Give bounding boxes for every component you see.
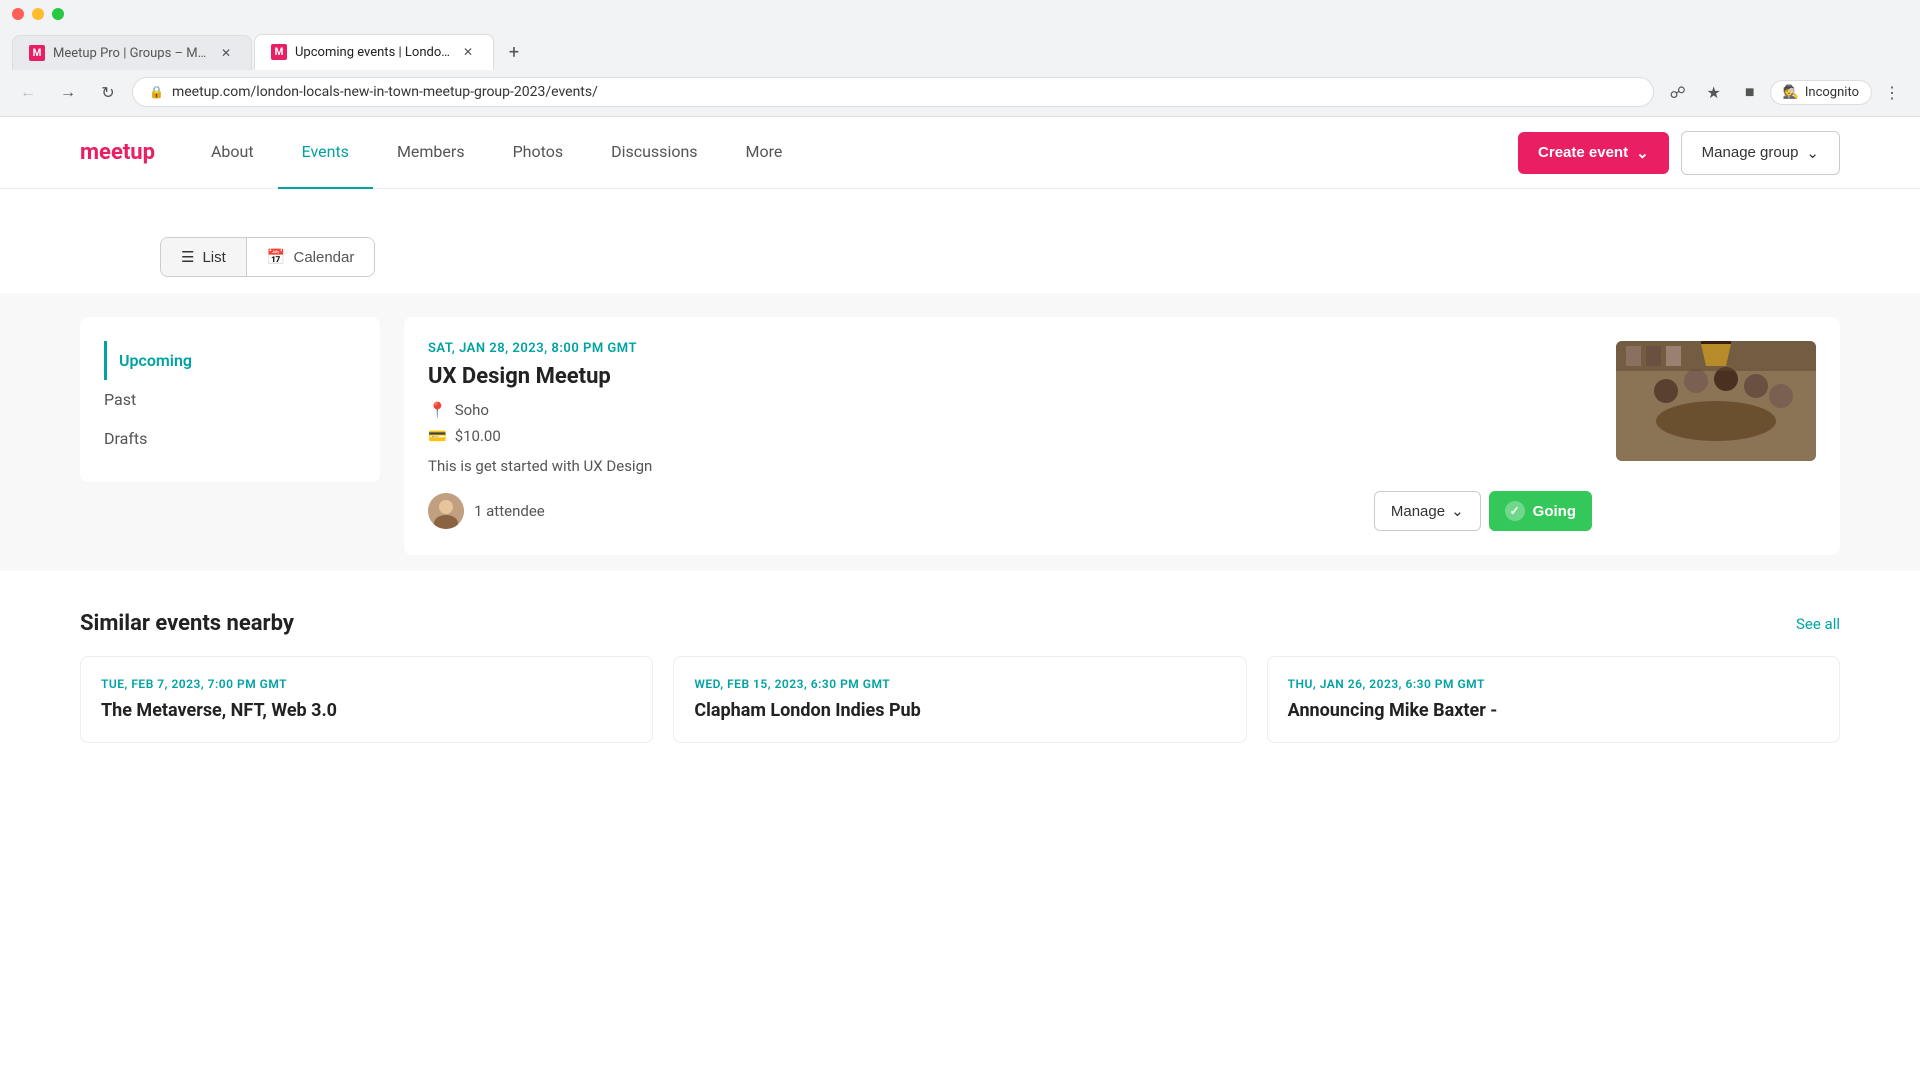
browser-chrome: M Meetup Pro | Groups – Meetup ✕ M Upcom… [0, 0, 1920, 117]
lock-icon: 🔒 [149, 85, 164, 99]
event-description: This is get started with UX Design [428, 457, 1592, 475]
create-event-chevron-icon: ⌄ [1636, 144, 1649, 162]
refresh-button[interactable]: ↻ [92, 76, 124, 108]
nav-link-more[interactable]: More [722, 117, 807, 189]
browser-titlebar [0, 0, 1920, 28]
manage-button[interactable]: Manage ⌄ [1374, 491, 1481, 531]
event-title: UX Design Meetup [428, 364, 1592, 389]
window-maximize-btn[interactable] [52, 8, 64, 20]
event-actions: Manage ⌄ ✓ Going [1374, 491, 1592, 531]
event-price: 💳 $10.00 [428, 427, 1592, 445]
browser-tab-2[interactable]: M Upcoming events | London Local... ✕ [254, 34, 494, 70]
event-info: SAT, JAN 28, 2023, 8:00 PM GMT UX Design… [428, 341, 1592, 531]
toolbar-actions: ☍ ★ ■ 🕵 Incognito ⋮ [1662, 76, 1908, 108]
window-close-btn[interactable] [12, 8, 24, 20]
page: meetup About Events Members Photos Discu… [0, 117, 1920, 1017]
address-bar[interactable]: 🔒 meetup.com/london-locals-new-in-town-m… [132, 77, 1654, 107]
manage-chevron-icon: ⌄ [1451, 502, 1464, 520]
manage-group-chevron-icon: ⌄ [1806, 144, 1819, 162]
tab-favicon-1: M [29, 45, 45, 61]
list-view-button[interactable]: ☰ List [161, 238, 247, 276]
screen-cast-icon[interactable]: ☍ [1662, 76, 1694, 108]
incognito-button[interactable]: 🕵 Incognito [1770, 80, 1872, 105]
view-toggle: ☰ List 📅 Calendar [160, 237, 375, 277]
event-price-text: $10.00 [455, 427, 501, 445]
similar-card-1[interactable]: WED, FEB 15, 2023, 6:30 PM GMT Clapham L… [673, 656, 1246, 743]
nav-links: About Events Members Photos Discussions … [187, 117, 1518, 189]
nav-logo: meetup [80, 140, 155, 165]
site-nav: meetup About Events Members Photos Discu… [0, 117, 1920, 189]
similar-card-0[interactable]: TUE, FEB 7, 2023, 7:00 PM GMT The Metave… [80, 656, 653, 743]
attendee-avatar [428, 493, 464, 529]
nav-link-discussions[interactable]: Discussions [587, 117, 721, 189]
tab-title-1: Meetup Pro | Groups – Meetup [53, 46, 209, 61]
similar-card-date-1: WED, FEB 15, 2023, 6:30 PM GMT [694, 677, 1225, 691]
create-event-label: Create event [1538, 144, 1628, 161]
new-tab-button[interactable]: + [500, 38, 528, 66]
back-button[interactable]: ← [12, 76, 44, 108]
events-list: SAT, JAN 28, 2023, 8:00 PM GMT UX Design… [380, 317, 1840, 571]
address-text: meetup.com/london-locals-new-in-town-mee… [172, 84, 1637, 100]
price-icon: 💳 [428, 427, 447, 445]
similar-card-title-2: Announcing Mike Baxter - [1288, 699, 1819, 722]
tab-close-2[interactable]: ✕ [459, 43, 477, 61]
similar-card-title-1: Clapham London Indies Pub [694, 699, 1225, 722]
tab-close-1[interactable]: ✕ [217, 44, 235, 62]
going-button[interactable]: ✓ Going [1489, 491, 1592, 531]
create-event-button[interactable]: Create event ⌄ [1518, 132, 1669, 174]
attendee-count: 1 attendee [474, 502, 545, 520]
tab-title-2: Upcoming events | London Local... [295, 45, 451, 60]
similar-card-2[interactable]: THU, JAN 26, 2023, 6:30 PM GMT Announcin… [1267, 656, 1840, 743]
view-toggle-container: ☰ List 📅 Calendar [0, 189, 1920, 277]
event-location: 📍 Soho [428, 401, 1592, 419]
nav-link-photos[interactable]: Photos [489, 117, 588, 189]
similar-cards: TUE, FEB 7, 2023, 7:00 PM GMT The Metave… [80, 656, 1840, 743]
event-date: SAT, JAN 28, 2023, 8:00 PM GMT [428, 341, 1592, 356]
location-icon: 📍 [428, 401, 447, 419]
forward-button[interactable]: → [52, 76, 84, 108]
manage-label: Manage [1391, 503, 1445, 520]
calendar-label: Calendar [293, 249, 354, 266]
calendar-view-button[interactable]: 📅 Calendar [247, 238, 375, 276]
sidebar: Upcoming Past Drafts [80, 317, 380, 482]
event-card: SAT, JAN 28, 2023, 8:00 PM GMT UX Design… [404, 317, 1840, 555]
browser-menu-icon[interactable]: ⋮ [1876, 76, 1908, 108]
browser-tabs: M Meetup Pro | Groups – Meetup ✕ M Upcom… [0, 28, 1920, 70]
incognito-label: Incognito [1805, 85, 1859, 100]
window-minimize-btn[interactable] [32, 8, 44, 20]
tab-favicon-2: M [271, 44, 287, 60]
sidebar-item-drafts[interactable]: Drafts [104, 419, 356, 458]
similar-events-section: Similar events nearby See all TUE, FEB 7… [0, 571, 1920, 783]
event-image [1616, 341, 1816, 461]
sidebar-item-past[interactable]: Past [104, 380, 356, 419]
attendee-info: 1 attendee [428, 493, 545, 529]
calendar-icon: 📅 [267, 248, 286, 266]
see-all-link[interactable]: See all [1796, 615, 1840, 633]
going-label: Going [1533, 503, 1576, 520]
manage-group-button[interactable]: Manage group ⌄ [1681, 131, 1840, 175]
event-footer: 1 attendee Manage ⌄ ✓ Going [428, 491, 1592, 531]
incognito-icon: 🕵 [1783, 85, 1799, 100]
event-location-text: Soho [455, 401, 489, 419]
similar-events-header: Similar events nearby See all [80, 611, 1840, 636]
similar-card-date-2: THU, JAN 26, 2023, 6:30 PM GMT [1288, 677, 1819, 691]
nav-link-about[interactable]: About [187, 117, 278, 189]
nav-actions: Create event ⌄ Manage group ⌄ [1518, 131, 1840, 175]
nav-link-events[interactable]: Events [278, 117, 373, 189]
list-label: List [202, 249, 225, 266]
main-content: Upcoming Past Drafts SAT, JAN 28, 2023, … [0, 293, 1920, 571]
nav-link-members[interactable]: Members [373, 117, 489, 189]
list-icon: ☰ [181, 248, 194, 266]
browser-toolbar: ← → ↻ 🔒 meetup.com/london-locals-new-in-… [0, 70, 1920, 116]
similar-card-date-0: TUE, FEB 7, 2023, 7:00 PM GMT [101, 677, 632, 691]
similar-card-title-0: The Metaverse, NFT, Web 3.0 [101, 699, 632, 722]
browser-extensions-icon[interactable]: ■ [1734, 76, 1766, 108]
similar-events-title: Similar events nearby [80, 611, 294, 636]
sidebar-item-upcoming[interactable]: Upcoming [104, 341, 356, 380]
bookmark-icon[interactable]: ★ [1698, 76, 1730, 108]
browser-tab-1[interactable]: M Meetup Pro | Groups – Meetup ✕ [12, 35, 252, 70]
manage-group-label: Manage group [1702, 144, 1799, 161]
going-check-icon: ✓ [1505, 501, 1525, 521]
